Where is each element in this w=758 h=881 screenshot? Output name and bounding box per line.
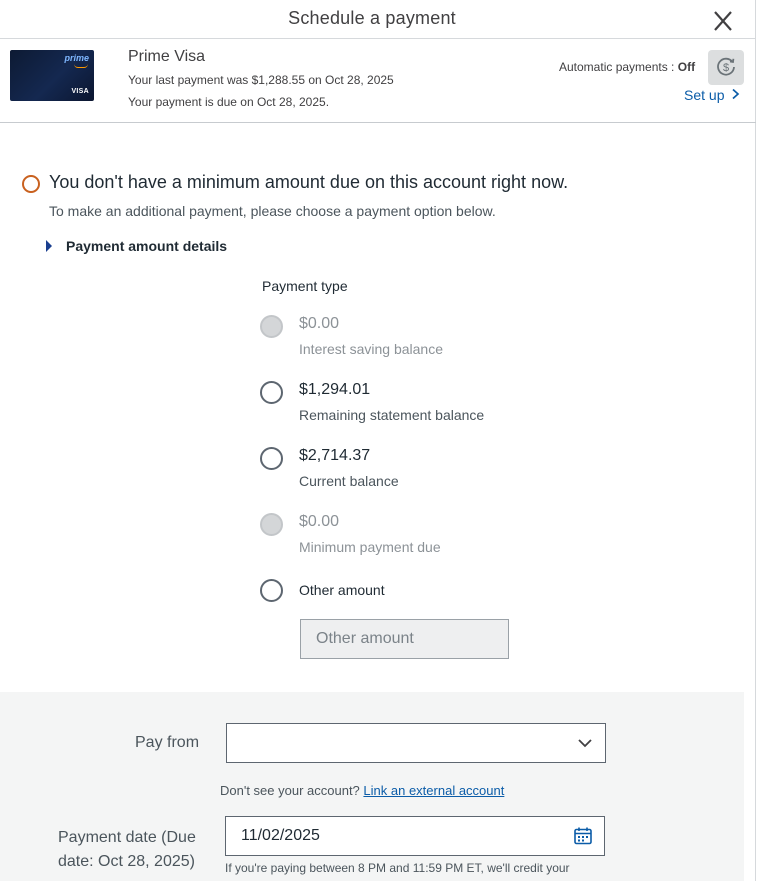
autopay-setup-link[interactable]: Set up <box>684 87 740 103</box>
autopay-status: Automatic payments : Off <box>559 60 695 74</box>
option-description: Minimum payment due <box>299 539 441 555</box>
link-prompt-text: Don't see your account? <box>220 783 360 798</box>
payment-date-label: Payment date (Due date: Oct 28, 2025) <box>58 829 196 870</box>
autopay-status-value: Off <box>677 60 696 74</box>
option-description: Interest saving balance <box>299 341 443 357</box>
dialog-title: Schedule a payment <box>288 8 456 28</box>
scrollbar-divider <box>755 0 756 881</box>
autopay-label: Automatic payments : <box>559 60 675 74</box>
radio-button[interactable] <box>260 381 283 404</box>
close-icon <box>714 11 732 31</box>
payment-date-input[interactable] <box>225 816 605 856</box>
autopay-dollar-icon: $ <box>717 57 735 76</box>
autopay-button[interactable]: $ <box>708 50 744 85</box>
setup-label: Set up <box>684 87 725 103</box>
svg-text:$: $ <box>723 62 729 74</box>
radio-button <box>260 315 283 338</box>
chevron-down-icon <box>578 739 592 748</box>
card-brand-text: prime <box>64 53 89 63</box>
payment-type-heading: Payment type <box>262 278 348 294</box>
payment-option-other-amount[interactable]: Other amount <box>260 579 560 605</box>
account-name: Prime Visa <box>128 48 206 65</box>
close-button[interactable] <box>710 10 736 32</box>
card-network-text: VISA <box>71 88 89 95</box>
payment-option-current-balance[interactable]: $2,714.37 Current balance <box>260 447 560 497</box>
option-description: Current balance <box>299 473 399 489</box>
radio-button[interactable] <box>260 579 283 602</box>
notice-subtext: To make an additional payment, please ch… <box>49 203 496 219</box>
option-amount: $1,294.01 <box>299 381 371 398</box>
pay-from-select[interactable] <box>226 723 606 763</box>
account-summary: prime VISA Prime Visa Your last payment … <box>0 38 756 123</box>
chevron-right-icon <box>732 88 740 100</box>
notice-status-ring <box>22 175 40 193</box>
payment-option-minimum-due: $0.00 Minimum payment due <box>260 513 560 563</box>
payment-option-statement-balance[interactable]: $1,294.01 Remaining statement balance <box>260 381 560 431</box>
credit-timing-note: If you're paying between 8 PM and 11:59 … <box>225 861 570 875</box>
option-description: Remaining statement balance <box>299 407 485 423</box>
schedule-payment-dialog: Schedule a payment prime VISA Prime Visa… <box>0 0 758 881</box>
option-amount: $2,714.37 <box>299 447 371 464</box>
card-smile-logo <box>74 64 88 68</box>
link-account-prompt: Don't see your account? Link an external… <box>220 783 504 798</box>
no-minimum-notice: You don't have a minimum amount due on t… <box>49 172 569 192</box>
pay-from-label: Pay from <box>135 734 200 751</box>
link-external-account-link[interactable]: Link an external account <box>363 783 504 798</box>
due-date-text: Your payment is due on Oct 28, 2025. <box>128 95 330 109</box>
last-payment-text: Your last payment was $1,288.55 on Oct 2… <box>128 73 394 87</box>
caret-right-icon <box>46 240 52 252</box>
payment-option-interest-saving: $0.00 Interest saving balance <box>260 315 560 365</box>
radio-button <box>260 513 283 536</box>
other-amount-label: Other amount <box>299 582 385 598</box>
other-amount-input[interactable] <box>300 619 509 659</box>
radio-button[interactable] <box>260 447 283 470</box>
card-image: prime VISA <box>10 50 94 101</box>
calendar-icon[interactable] <box>573 826 593 846</box>
option-amount: $0.00 <box>299 513 340 530</box>
option-amount: $0.00 <box>299 315 340 332</box>
details-label: Payment amount details <box>66 238 228 254</box>
